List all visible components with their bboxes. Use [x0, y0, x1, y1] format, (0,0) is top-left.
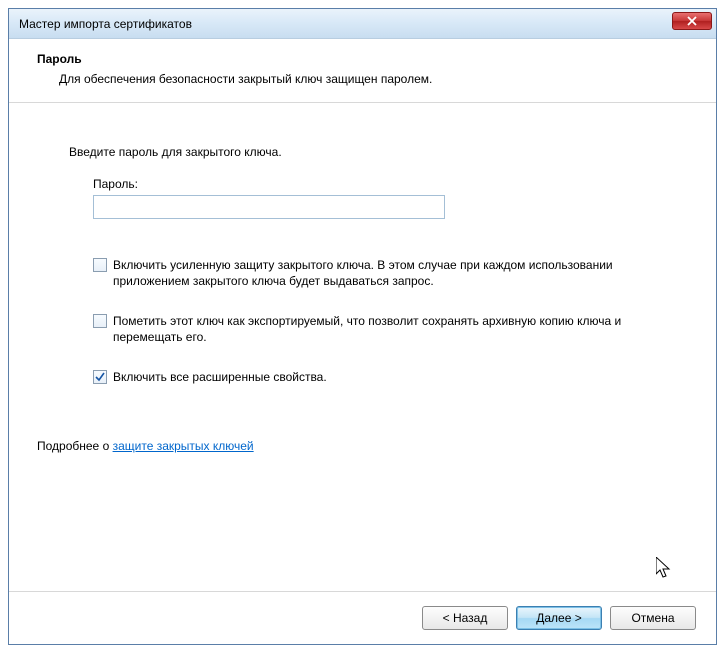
divider — [9, 102, 716, 103]
password-field-group: Пароль: — [93, 177, 688, 219]
section-description: Для обеспечения безопасности закрытый кл… — [59, 72, 688, 86]
wizard-window: Мастер импорта сертификатов Пароль Для о… — [8, 8, 717, 645]
option-strong-protection-label: Включить усиленную защиту закрытого ключ… — [113, 257, 673, 289]
close-button[interactable] — [672, 12, 712, 30]
password-input[interactable] — [93, 195, 445, 219]
content-area: Пароль Для обеспечения безопасности закр… — [9, 39, 716, 591]
check-icon — [95, 372, 105, 382]
section-title: Пароль — [37, 52, 688, 66]
learn-more-prefix: Подробнее о — [37, 439, 113, 453]
footer: < Назад Далее > Отмена — [9, 591, 716, 644]
option-extended-props-label: Включить все расширенные свойства. — [113, 369, 327, 385]
cancel-button[interactable]: Отмена — [610, 606, 696, 630]
close-icon — [687, 16, 697, 26]
option-strong-protection[interactable]: Включить усиленную защиту закрытого ключ… — [93, 257, 688, 289]
option-extended-props[interactable]: Включить все расширенные свойства. — [93, 369, 688, 385]
password-label: Пароль: — [93, 177, 688, 191]
checkbox-exportable[interactable] — [93, 314, 107, 328]
checkbox-extended-props[interactable] — [93, 370, 107, 384]
checkbox-strong-protection[interactable] — [93, 258, 107, 272]
next-button[interactable]: Далее > — [516, 606, 602, 630]
window-title: Мастер импорта сертификатов — [19, 17, 192, 31]
option-exportable[interactable]: Пометить этот ключ как экспортируемый, ч… — [93, 313, 688, 345]
learn-more-link[interactable]: защите закрытых ключей — [113, 439, 254, 453]
password-prompt: Введите пароль для закрытого ключа. — [69, 145, 688, 159]
back-button[interactable]: < Назад — [422, 606, 508, 630]
titlebar: Мастер импорта сертификатов — [9, 9, 716, 39]
learn-more: Подробнее о защите закрытых ключей — [37, 439, 688, 453]
option-exportable-label: Пометить этот ключ как экспортируемый, ч… — [113, 313, 673, 345]
